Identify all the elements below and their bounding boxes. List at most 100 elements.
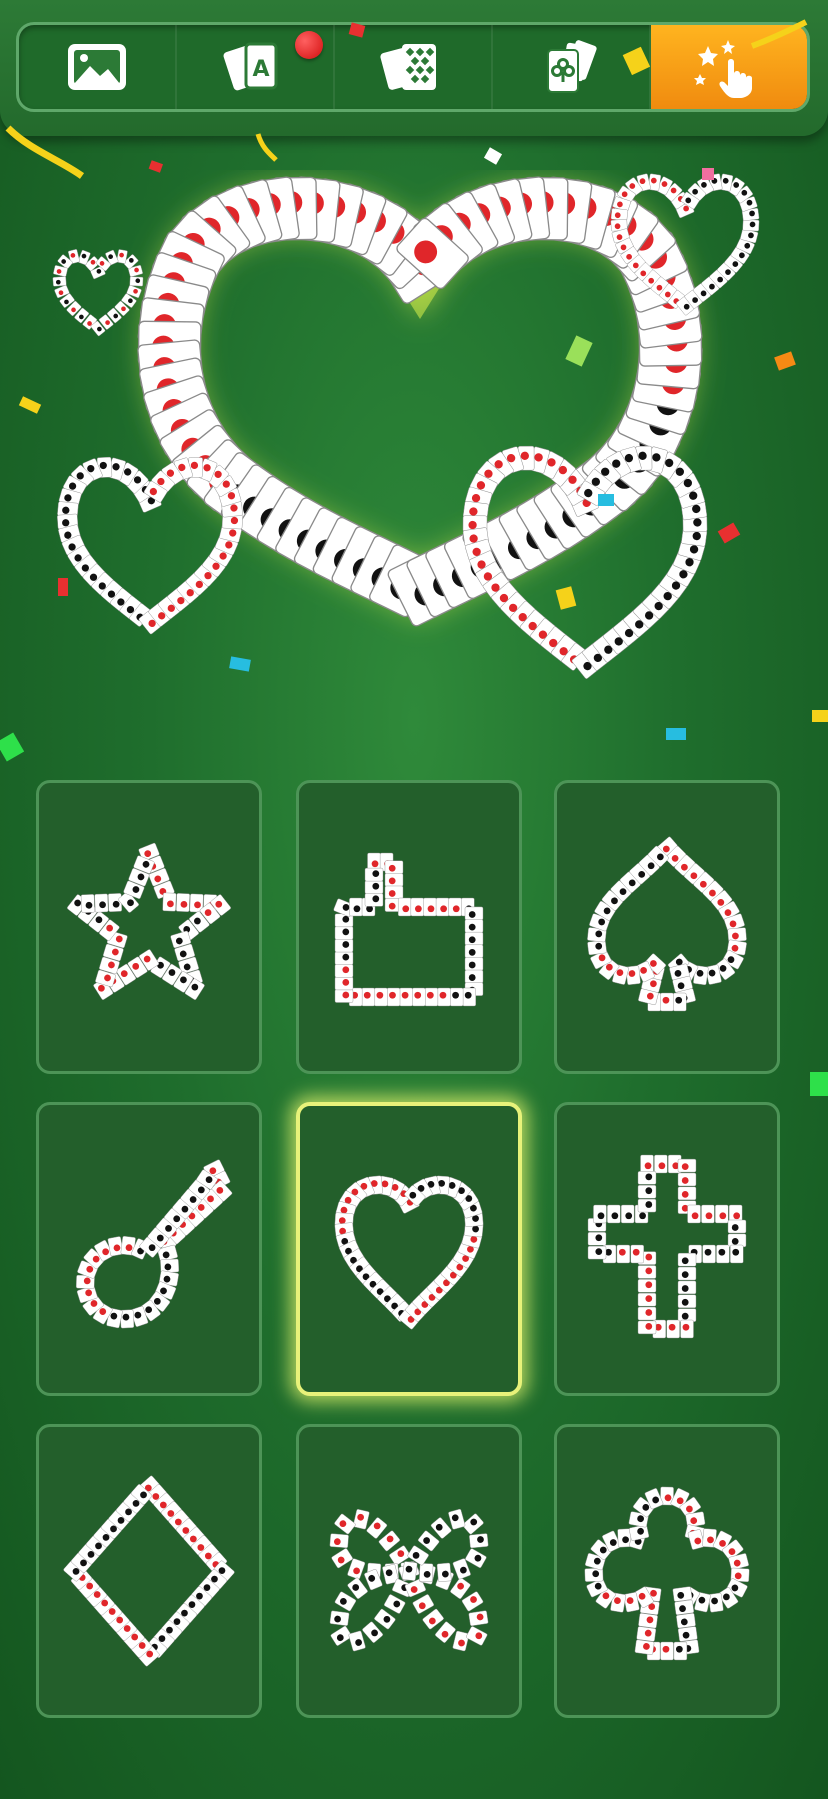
playing-card	[464, 906, 484, 921]
tile-cross[interactable]	[554, 1102, 780, 1396]
playing-card	[677, 1294, 697, 1308]
thumbs-up-card-layout-icon	[333, 852, 484, 1007]
playing-card	[348, 1630, 366, 1652]
playing-card	[673, 992, 687, 1012]
playing-card	[464, 944, 484, 958]
playing-card	[410, 897, 425, 917]
playing-card	[384, 1594, 406, 1614]
tile-butterfly[interactable]	[296, 1424, 522, 1718]
playing-card	[437, 987, 451, 1007]
playing-card	[677, 1308, 697, 1322]
image-icon	[68, 44, 126, 90]
playing-card	[464, 957, 484, 971]
card-back-icon	[380, 44, 436, 90]
playing-card	[637, 1320, 657, 1335]
playing-card	[461, 1591, 484, 1612]
tile-diamond[interactable]	[36, 1424, 262, 1718]
playing-card	[701, 1204, 715, 1224]
cross-card-layout-icon	[587, 1154, 747, 1339]
playing-card	[620, 1204, 635, 1224]
playing-card	[347, 1558, 366, 1580]
playing-card	[361, 987, 375, 1007]
playing-card	[418, 1530, 440, 1552]
theme-tabs: A	[16, 22, 810, 112]
tile-spade[interactable]	[554, 780, 780, 1074]
star-card-layout-icon	[67, 842, 231, 1000]
playing-card	[677, 1172, 697, 1187]
playing-card	[334, 951, 354, 965]
playing-card	[687, 1204, 701, 1224]
playing-card	[435, 1621, 456, 1643]
playing-card	[730, 1244, 744, 1264]
spade-card-layout-icon	[587, 836, 747, 1012]
playing-card	[702, 1244, 716, 1264]
playing-card	[402, 1561, 418, 1581]
tile-club[interactable]	[554, 1424, 780, 1718]
playing-card	[610, 208, 629, 221]
playing-card	[466, 1626, 488, 1646]
playing-card	[674, 1599, 694, 1616]
playing-card	[607, 1204, 621, 1224]
playing-card	[329, 1610, 350, 1626]
playing-card	[593, 1204, 607, 1224]
tab-card-faces[interactable]	[493, 25, 651, 109]
playing-card	[384, 860, 404, 874]
playing-card	[630, 1244, 644, 1264]
playing-card	[347, 1577, 368, 1599]
tile-star[interactable]	[36, 780, 262, 1074]
playing-card	[637, 1279, 657, 1293]
playing-card	[399, 987, 413, 1007]
playing-card	[412, 1594, 434, 1614]
butterfly-card-layout-icon	[329, 1508, 489, 1652]
playing-card	[677, 1186, 697, 1201]
playing-card	[677, 1280, 697, 1295]
playing-card	[398, 897, 412, 917]
playing-card	[378, 1530, 400, 1552]
playing-card	[108, 893, 122, 912]
tile-heart[interactable]	[296, 1102, 522, 1396]
playing-card	[362, 1621, 383, 1643]
playing-card	[637, 1265, 657, 1279]
magic-tap-icon	[694, 40, 752, 98]
tab-gallery[interactable]	[19, 25, 177, 109]
playing-card	[364, 880, 384, 894]
playing-card	[364, 867, 384, 882]
playing-card	[334, 1591, 357, 1612]
ace-cards-icon: A	[223, 42, 278, 91]
club-cards-icon	[547, 40, 597, 93]
playing-card	[465, 1548, 487, 1568]
playing-card	[637, 1292, 657, 1307]
playing-card	[435, 897, 450, 917]
playing-card	[450, 1577, 471, 1599]
tab-effects[interactable]	[651, 25, 807, 109]
playing-card	[449, 987, 464, 1007]
playing-card	[384, 885, 404, 900]
playing-card	[677, 1626, 698, 1642]
notification-dot	[295, 31, 323, 59]
diamond-card-layout-icon	[63, 1475, 235, 1667]
playing-card	[640, 1154, 654, 1174]
playing-card	[464, 931, 484, 946]
tab-single-card[interactable]: A	[177, 25, 335, 109]
playing-card	[334, 926, 354, 940]
tab-card-backs[interactable]	[335, 25, 493, 109]
playing-card	[94, 893, 109, 913]
playing-card	[637, 1171, 657, 1185]
playing-card	[638, 1613, 658, 1629]
playing-card	[436, 1562, 452, 1582]
playing-card	[448, 897, 462, 917]
playing-card	[469, 1533, 489, 1549]
playing-card	[660, 1641, 674, 1661]
tile-thumbs-up[interactable]	[296, 780, 522, 1074]
playing-card	[334, 976, 354, 991]
playing-card	[176, 893, 190, 912]
playing-card	[677, 1158, 697, 1173]
tile-guitar[interactable]	[36, 1102, 262, 1396]
guitar-card-layout-icon	[76, 1159, 233, 1329]
playing-card	[412, 987, 426, 1007]
playing-card	[464, 919, 484, 933]
playing-card	[468, 1610, 489, 1627]
playing-card	[349, 897, 363, 917]
playing-card	[676, 1613, 696, 1629]
playing-card	[424, 987, 439, 1007]
